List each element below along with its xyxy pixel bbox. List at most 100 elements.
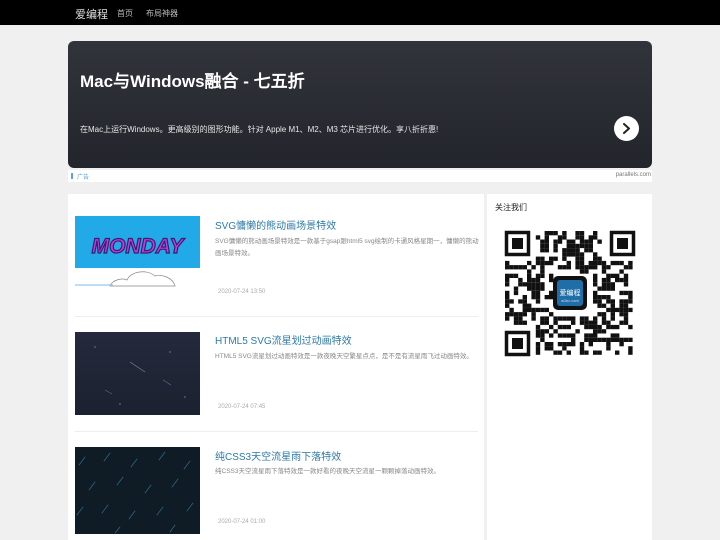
qr-module <box>566 324 571 330</box>
qr-module <box>544 260 549 266</box>
qr-module <box>549 231 554 236</box>
qr-module <box>601 277 607 283</box>
qr-module <box>623 277 629 283</box>
ad-banner[interactable]: Mac与Windows融合 - 七五折 在Mac上运行Windows。更高级别的… <box>68 41 652 168</box>
ad-domain[interactable]: parallels.com <box>616 172 651 178</box>
qr-module <box>540 239 545 244</box>
site-logo[interactable]: 爱编程 <box>75 6 108 22</box>
qr-module <box>606 277 611 283</box>
qr-module <box>575 329 580 334</box>
article-title[interactable]: SVG慵懒的熊动画场景特效 <box>215 217 336 232</box>
qr-module <box>623 282 629 287</box>
qr-module <box>549 273 554 278</box>
ad-label[interactable]: 广告 <box>77 172 89 181</box>
qr-module <box>540 316 545 321</box>
qr-module <box>606 346 611 351</box>
qr-module <box>535 295 541 300</box>
qr-module <box>593 231 598 236</box>
qr-module <box>584 320 589 325</box>
qr-module <box>535 290 541 296</box>
qr-module <box>619 342 624 347</box>
qr-module <box>619 269 624 274</box>
qr-module <box>531 295 536 300</box>
ad-banner-next-button[interactable] <box>614 116 639 141</box>
qr-module <box>606 324 611 330</box>
qr-module <box>610 282 615 287</box>
article-divider <box>75 316 478 317</box>
qr-module <box>579 260 585 266</box>
article-thumbnail[interactable]: MONDAY <box>75 216 200 288</box>
qr-module <box>509 307 514 313</box>
article-description: 纯CSS3天空流星雨下落特效是一款好看的夜晚天空流星一颗颗掉落动画特效。 <box>215 468 440 475</box>
qr-module <box>579 252 585 257</box>
qr-module <box>540 337 545 342</box>
qr-module <box>549 342 554 347</box>
qr-module <box>610 337 615 342</box>
qr-module <box>579 256 585 261</box>
qr-module <box>597 350 602 355</box>
qr-module <box>540 260 545 266</box>
qr-module <box>575 248 580 253</box>
qr-module <box>557 239 563 244</box>
qr-module <box>601 303 607 308</box>
article-date: 2020-07-24 13:50 <box>218 289 266 295</box>
qr-module <box>562 256 567 261</box>
qr-module <box>544 243 549 249</box>
nav-item-home[interactable]: 首页 <box>117 8 133 19</box>
sidebar: 关注我们 爱编程 w2bc.com <box>487 194 652 540</box>
qr-module <box>549 277 554 283</box>
qr-module <box>513 286 519 291</box>
qr-module <box>615 260 620 266</box>
qr-module <box>544 307 549 313</box>
qr-module <box>513 265 519 270</box>
qr-module <box>505 299 510 304</box>
qr-module <box>518 277 523 283</box>
qr-module <box>619 320 624 325</box>
qr-module <box>562 333 567 338</box>
article-description: HTML5 SVG流星划过动画特效是一款夜晚天空繁星点点，是不是有流星雨飞过动画… <box>215 353 473 360</box>
qr-module <box>619 312 624 317</box>
qr-module <box>535 346 541 351</box>
qr-module <box>597 303 602 308</box>
qr-module <box>544 231 549 236</box>
qr-module <box>584 337 589 342</box>
qr-module <box>540 320 545 325</box>
qr-module <box>623 303 629 308</box>
qr-module <box>588 235 593 240</box>
qr-module <box>562 342 567 347</box>
nav-item-layout-tool[interactable]: 布局神器 <box>146 8 178 19</box>
qr-module <box>553 320 558 325</box>
qr-module <box>540 333 545 338</box>
article-title[interactable]: 纯CSS3天空流星雨下落特效 <box>215 448 341 463</box>
qr-module <box>505 277 510 283</box>
qr-module <box>571 342 576 347</box>
qr-module <box>509 299 514 304</box>
qr-module <box>601 269 607 274</box>
article-thumbnail[interactable] <box>75 332 200 415</box>
qr-module <box>518 316 523 321</box>
qr-module <box>593 260 598 266</box>
qr-module <box>593 235 598 240</box>
qr-module <box>535 256 541 261</box>
qr-module <box>535 273 541 278</box>
article-thumbnail[interactable] <box>75 447 200 534</box>
qr-module <box>557 350 563 355</box>
qr-module <box>531 290 536 296</box>
qr-module <box>531 316 536 321</box>
qr-module <box>518 265 523 270</box>
qr-module <box>593 329 598 334</box>
qr-module <box>544 342 549 347</box>
article-title[interactable]: HTML5 SVG流星划过动画特效 <box>215 332 352 347</box>
sidebar-title: 关注我们 <box>495 203 527 212</box>
qr-module <box>579 342 585 347</box>
qr-module <box>601 260 607 266</box>
qr-module <box>535 342 541 347</box>
qr-module <box>601 320 607 325</box>
qr-module <box>557 333 563 338</box>
qr-module <box>505 290 510 296</box>
qr-module <box>544 248 549 253</box>
qr-module <box>593 273 598 278</box>
qr-module <box>540 329 545 334</box>
qr-module <box>584 269 589 274</box>
qr-module <box>513 312 519 317</box>
